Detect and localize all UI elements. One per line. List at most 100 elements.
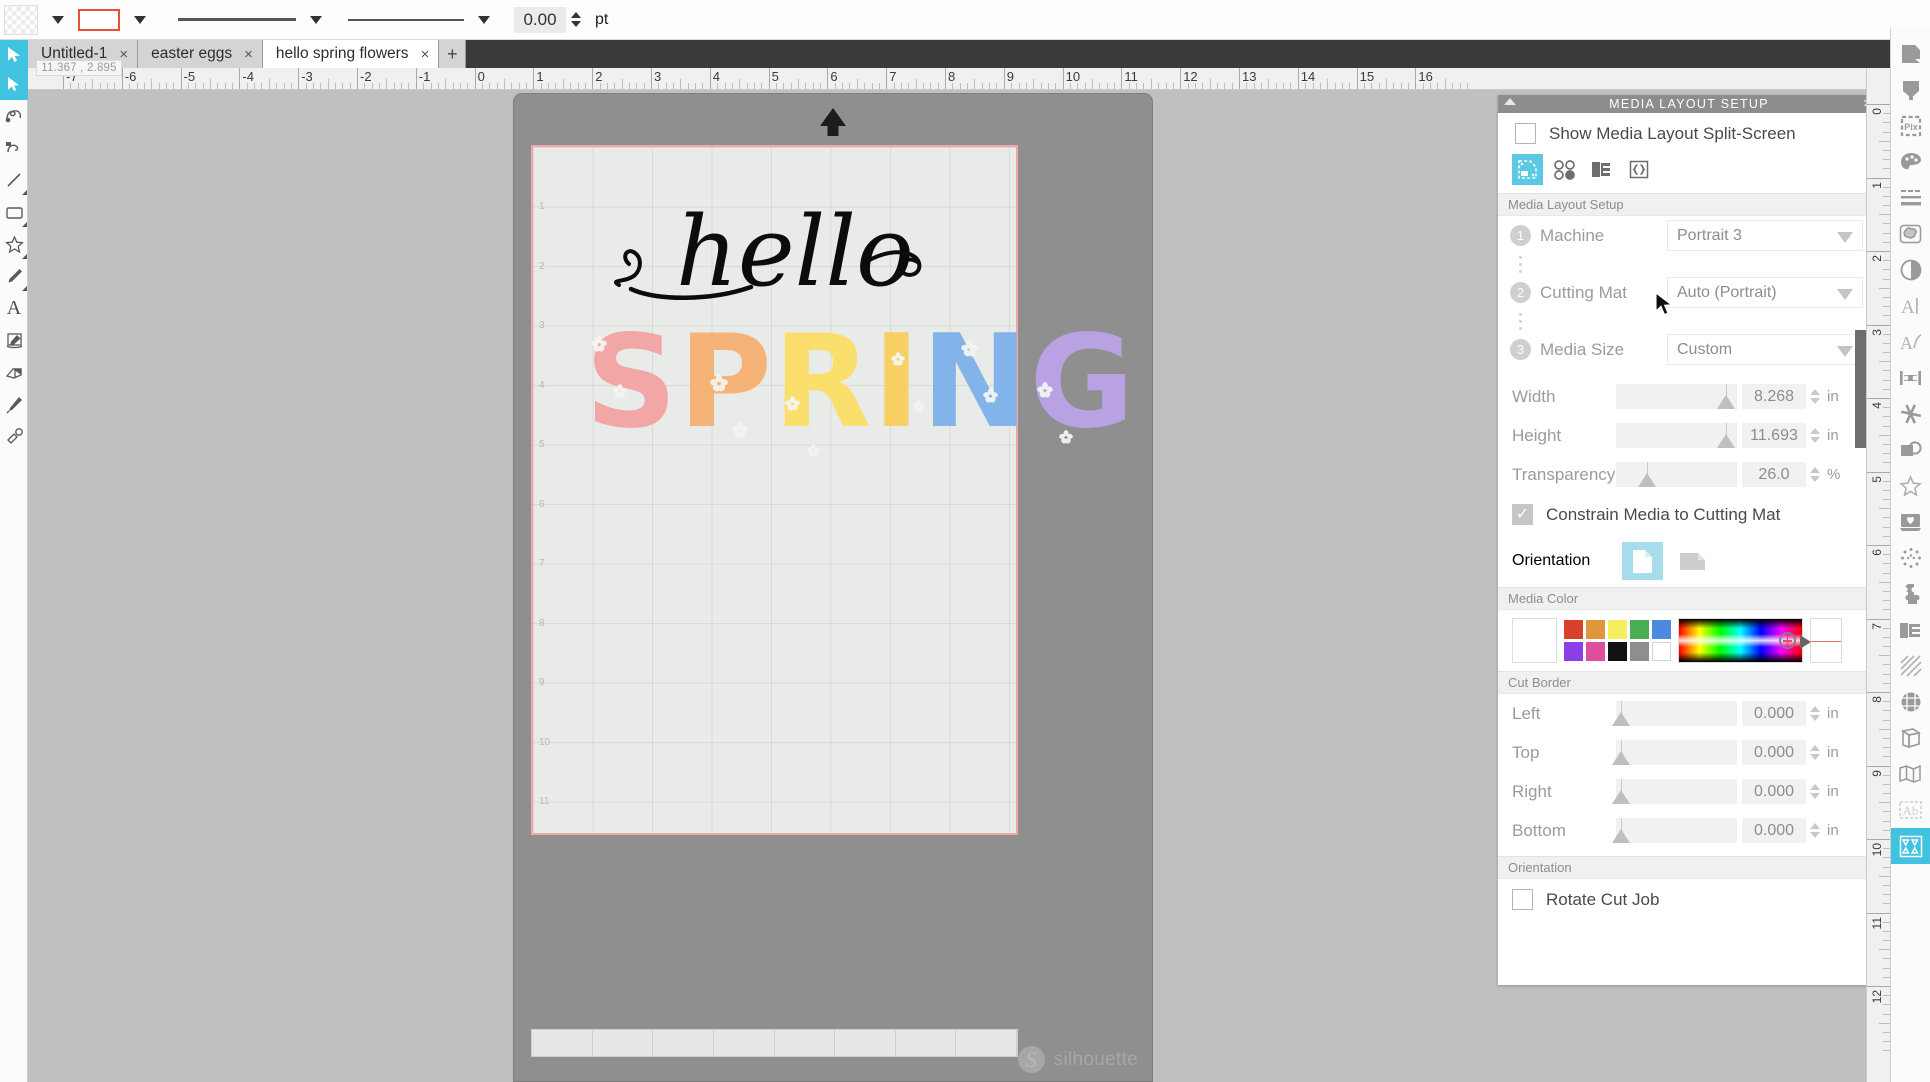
cut-border-bottom-slider[interactable]	[1612, 818, 1737, 843]
height-input[interactable]: 11.693	[1742, 423, 1806, 448]
sketch-pattern-icon[interactable]	[1891, 216, 1930, 252]
fill-dropdown-caret-icon[interactable]	[52, 15, 64, 24]
rotate-cut-job-checkbox[interactable]	[1512, 889, 1533, 910]
line-weight-preview[interactable]	[348, 18, 464, 21]
offset-icon[interactable]	[1891, 432, 1930, 468]
machine-dropdown[interactable]: Portrait 3	[1667, 220, 1863, 251]
tiling-tab[interactable]	[1623, 154, 1654, 185]
media-color-swatch[interactable]	[1630, 642, 1649, 661]
cut-border-right-input[interactable]: 0.000	[1742, 779, 1806, 804]
draw-freehand-tool[interactable]	[0, 100, 28, 132]
media-size-dropdown[interactable]: Custom	[1667, 334, 1863, 365]
align-icon[interactable]	[1891, 360, 1930, 396]
modify-icon[interactable]	[1891, 396, 1930, 432]
pixscan-icon[interactable]: Pix	[1891, 108, 1930, 144]
split-screen-checkbox[interactable]	[1515, 123, 1536, 144]
cut-settings-icon[interactable]	[1891, 72, 1930, 108]
transparency-stepper[interactable]	[1810, 467, 1820, 482]
portrait-orientation-button[interactable]	[1622, 542, 1663, 580]
current-media-color-swatch[interactable]	[1512, 618, 1557, 663]
media-color-swatch[interactable]	[1564, 620, 1583, 639]
media-color-swatch[interactable]	[1630, 620, 1649, 639]
select-arrow-tool[interactable]	[0, 68, 28, 100]
color-picker-handle-icon[interactable]	[1779, 632, 1796, 649]
line-style-icon[interactable]	[1891, 180, 1930, 216]
chevron-down-icon[interactable]	[1837, 346, 1853, 357]
media-color-swatch[interactable]	[1652, 642, 1671, 661]
cutting-mat-dropdown[interactable]: Auto (Portrait)	[1667, 277, 1863, 308]
fill-swatch[interactable]	[4, 4, 38, 35]
color-spectrum-picker[interactable]	[1678, 618, 1803, 663]
cut-border-top-slider[interactable]	[1612, 740, 1737, 765]
knockout-text-icon[interactable]: Ab	[1891, 792, 1930, 828]
transparency-input[interactable]: 26.0	[1742, 462, 1806, 487]
vertical-scrollbar-thumb[interactable]	[1855, 330, 1866, 448]
media-color-swatch[interactable]	[1652, 620, 1671, 639]
rectangle-tool[interactable]	[0, 196, 28, 228]
cut-border-right-slider[interactable]	[1612, 779, 1737, 804]
artwork-group[interactable]: hello S P R I N G	[581, 182, 1134, 472]
warp-icon[interactable]	[1891, 720, 1930, 756]
page-setup-icon[interactable]	[1891, 36, 1930, 72]
line-style-preview[interactable]	[178, 18, 296, 21]
media-layout-tab[interactable]	[1512, 154, 1543, 185]
media-color-swatch[interactable]	[1608, 642, 1627, 661]
line-thickness-stepper[interactable]	[571, 12, 581, 27]
text-tool[interactable]: A	[0, 292, 28, 324]
polygon-star-tool[interactable]	[0, 228, 28, 260]
cut-border-top-input[interactable]: 0.000	[1742, 740, 1806, 765]
cut-border-bottom-stepper[interactable]	[1810, 823, 1820, 838]
media-layout-setup-icon[interactable]	[1890, 828, 1930, 864]
puzzle-icon[interactable]	[1891, 576, 1930, 612]
height-stepper[interactable]	[1810, 428, 1820, 443]
sparkle-icon[interactable]	[1891, 540, 1930, 576]
stroke-swatch[interactable]	[78, 8, 120, 31]
cut-border-right-stepper[interactable]	[1810, 784, 1820, 799]
tab-easter-eggs[interactable]: easter eggs ×	[138, 40, 263, 68]
color-value-slider[interactable]	[1800, 618, 1842, 663]
spring-letter[interactable]: I	[873, 319, 925, 446]
select-arrow-icon[interactable]	[0, 40, 28, 68]
split-screen-row[interactable]: Show Media Layout Split-Screen	[1498, 113, 1880, 154]
new-tab-button[interactable]: +	[439, 40, 467, 68]
chevron-down-icon[interactable]	[1837, 289, 1853, 300]
line-style-caret-icon[interactable]	[310, 15, 322, 24]
tab-close-icon[interactable]: ×	[244, 46, 253, 63]
eraser-tool[interactable]	[0, 356, 28, 388]
chevron-down-icon[interactable]	[1837, 232, 1853, 243]
landscape-orientation-button[interactable]	[1672, 542, 1713, 580]
tab-close-icon[interactable]: ×	[421, 46, 430, 63]
registration-marks-tab[interactable]	[1549, 154, 1580, 185]
grid-sphere-icon[interactable]	[1891, 684, 1930, 720]
color-slider-handle-icon[interactable]	[1800, 635, 1811, 649]
spring-letter[interactable]: S	[585, 319, 677, 447]
hatch-fill-icon[interactable]	[1891, 648, 1930, 684]
line-thickness-input[interactable]: 0.00	[514, 6, 566, 33]
transparency-slider[interactable]	[1616, 462, 1737, 487]
cut-border-left-stepper[interactable]	[1810, 706, 1820, 721]
cut-border-left-input[interactable]: 0.000	[1742, 701, 1806, 726]
media-color-swatch[interactable]	[1586, 642, 1605, 661]
cutting-mat[interactable]: 1 2 3 4 5 6 7 8 9 10 11 hello S P R I N …	[531, 145, 1134, 835]
cut-border-top-stepper[interactable]	[1810, 745, 1820, 760]
notes-tool[interactable]	[0, 324, 28, 356]
trace-star-icon[interactable]	[1891, 468, 1930, 504]
feed-options-tab[interactable]	[1586, 154, 1617, 185]
spring-letter[interactable]: N	[921, 319, 1028, 447]
spring-letter[interactable]: P	[678, 319, 772, 447]
nesting-icon[interactable]	[1891, 612, 1930, 648]
draw-curve-tool[interactable]	[0, 132, 28, 164]
library-icon[interactable]	[1891, 504, 1930, 540]
height-slider[interactable]	[1616, 423, 1737, 448]
cut-border-bottom-input[interactable]: 0.000	[1742, 818, 1806, 843]
cut-border-left-slider[interactable]	[1612, 701, 1737, 726]
width-stepper[interactable]	[1810, 389, 1820, 404]
stroke-dropdown-caret-icon[interactable]	[134, 15, 146, 24]
transparency-icon[interactable]	[1891, 252, 1930, 288]
perspective-icon[interactable]	[1891, 756, 1930, 792]
knife-tool[interactable]	[0, 388, 28, 420]
width-slider[interactable]	[1616, 384, 1737, 409]
text-on-path-icon[interactable]: A	[1891, 324, 1930, 360]
rotate-cut-job-row[interactable]: Rotate Cut Job	[1498, 879, 1880, 920]
text-style-icon[interactable]: A	[1891, 288, 1930, 324]
